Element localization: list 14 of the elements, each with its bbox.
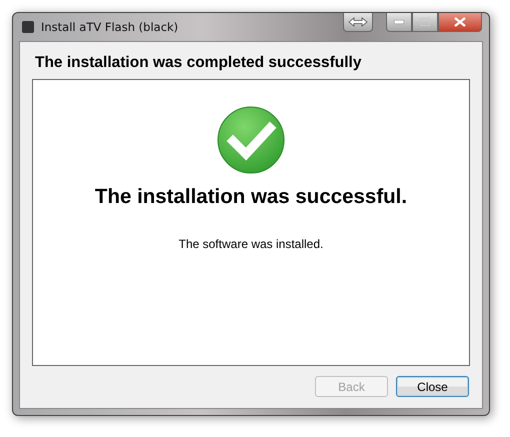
window-title: Install aTV Flash (black) [41,20,180,34]
minimize-icon [394,20,404,24]
result-message: The software was installed. [178,237,324,251]
page-heading: The installation was completed successfully [34,53,362,73]
dialog-button[interactable]: Close [396,376,469,397]
double-arrow-icon [348,17,368,27]
maximize-icon [420,18,430,26]
resize-button[interactable] [343,13,373,32]
close-button[interactable] [438,13,482,32]
maximize-button[interactable] [412,13,438,32]
result-title: The installation was successful. [94,185,408,209]
close-icon [454,17,466,27]
minimize-button[interactable] [386,13,412,32]
app-icon [22,21,34,33]
